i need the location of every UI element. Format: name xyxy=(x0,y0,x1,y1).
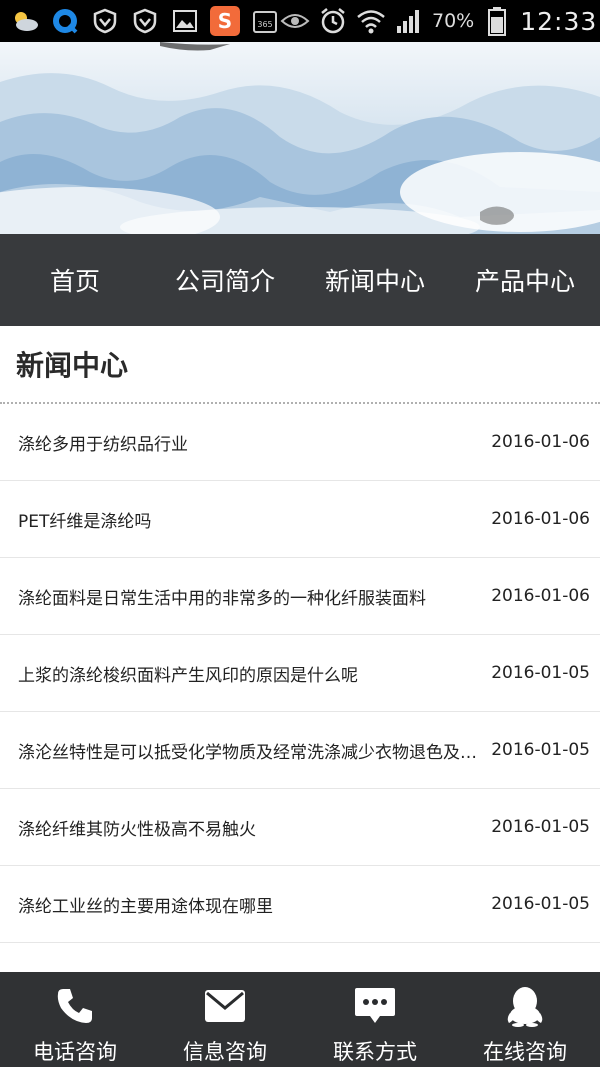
list-item[interactable]: 涤纶工业丝的主要用途体现在哪里 2016-01-05 xyxy=(0,866,600,943)
list-item[interactable]: 涤纶面料是日常生活中用的非常多的一种化纤服装面料 2016-01-06 xyxy=(0,558,600,635)
nav-home[interactable]: 首页 xyxy=(0,234,150,326)
sogou-letter: S xyxy=(218,9,232,33)
mountain-landscape-illustration xyxy=(0,42,600,234)
envelope-icon xyxy=(203,984,247,1028)
nav-product-center[interactable]: 产品中心 xyxy=(450,234,600,326)
contact-info-label: 联系方式 xyxy=(333,1040,417,1064)
clock-time: 12:33 xyxy=(520,6,598,36)
section-header: 新闻中心 xyxy=(0,326,600,404)
battery-icon xyxy=(482,6,512,36)
phone-icon xyxy=(53,984,97,1028)
news-title: 涤纶纤维其防火性极高不易触火 xyxy=(18,819,256,840)
main-nav: 首页 公司简介 新闻中心 产品中心 xyxy=(0,234,600,326)
browser-icon xyxy=(50,6,80,36)
nav-company-profile[interactable]: 公司简介 xyxy=(150,234,300,326)
chat-bubble-icon xyxy=(353,984,397,1028)
calendar-label: 365 xyxy=(257,20,272,29)
news-title: 涤纶多用于纺织品行业 xyxy=(18,434,188,455)
online-consult-button[interactable]: 在线咨询 xyxy=(450,972,600,1067)
wifi-icon xyxy=(356,6,386,36)
news-date: 2016-01-05 xyxy=(491,663,590,683)
news-date: 2016-01-05 xyxy=(491,817,590,837)
list-item[interactable]: PET纤维是涤纶吗 2016-01-06 xyxy=(0,481,600,558)
message-consult-label: 信息咨询 xyxy=(183,1040,267,1064)
news-title: 涤沦丝特性是可以抵受化学物质及经常洗涤减少衣物退色及… xyxy=(18,742,477,763)
news-date: 2016-01-05 xyxy=(491,740,590,760)
message-consult-button[interactable]: 信息咨询 xyxy=(150,972,300,1067)
list-item[interactable]: 涤纶多用于纺织品行业 2016-01-06 xyxy=(0,404,600,481)
nav-news-center[interactable]: 新闻中心 xyxy=(300,234,450,326)
news-date: 2016-01-06 xyxy=(491,586,590,606)
phone-consult-label: 电话咨询 xyxy=(33,1040,117,1064)
news-list: 涤纶多用于纺织品行业 2016-01-06 PET纤维是涤纶吗 2016-01-… xyxy=(0,404,600,943)
phone-consult-button[interactable]: 电话咨询 xyxy=(0,972,150,1067)
calendar-365-icon: 365 xyxy=(250,6,280,36)
news-title: 涤纶面料是日常生活中用的非常多的一种化纤服装面料 xyxy=(18,588,426,609)
alarm-icon xyxy=(318,6,348,36)
battery-percent: 70% xyxy=(432,10,475,32)
news-title: PET纤维是涤纶吗 xyxy=(18,511,152,532)
online-consult-label: 在线咨询 xyxy=(483,1040,567,1064)
vpn-shield-icon xyxy=(130,6,160,36)
status-bar: S 365 70% 12:33 xyxy=(0,0,600,42)
sogou-icon: S xyxy=(210,6,240,36)
signal-icon xyxy=(394,6,424,36)
weather-icon xyxy=(10,6,40,36)
news-date: 2016-01-05 xyxy=(491,894,590,914)
list-item[interactable]: 上浆的涤纶梭织面料产生风印的原因是什么呢 2016-01-05 xyxy=(0,635,600,712)
contact-info-button[interactable]: 联系方式 xyxy=(300,972,450,1067)
eye-icon xyxy=(280,6,310,36)
list-item[interactable]: 涤沦丝特性是可以抵受化学物质及经常洗涤减少衣物退色及… 2016-01-05 xyxy=(0,712,600,789)
news-title: 涤纶工业丝的主要用途体现在哪里 xyxy=(18,896,273,917)
news-title: 上浆的涤纶梭织面料产生风印的原因是什么呢 xyxy=(18,665,358,686)
page-title: 新闻中心 xyxy=(16,349,129,382)
vpn-shield-icon xyxy=(90,6,120,36)
header-banner-image xyxy=(0,42,600,234)
news-date: 2016-01-06 xyxy=(491,432,590,452)
qq-penguin-icon xyxy=(503,984,547,1028)
news-date: 2016-01-06 xyxy=(491,509,590,529)
list-item[interactable]: 涤纶纤维其防火性极高不易触火 2016-01-05 xyxy=(0,789,600,866)
gallery-icon xyxy=(170,6,200,36)
bottom-contact-bar: 电话咨询 信息咨询 联系方式 在线咨询 xyxy=(0,972,600,1067)
